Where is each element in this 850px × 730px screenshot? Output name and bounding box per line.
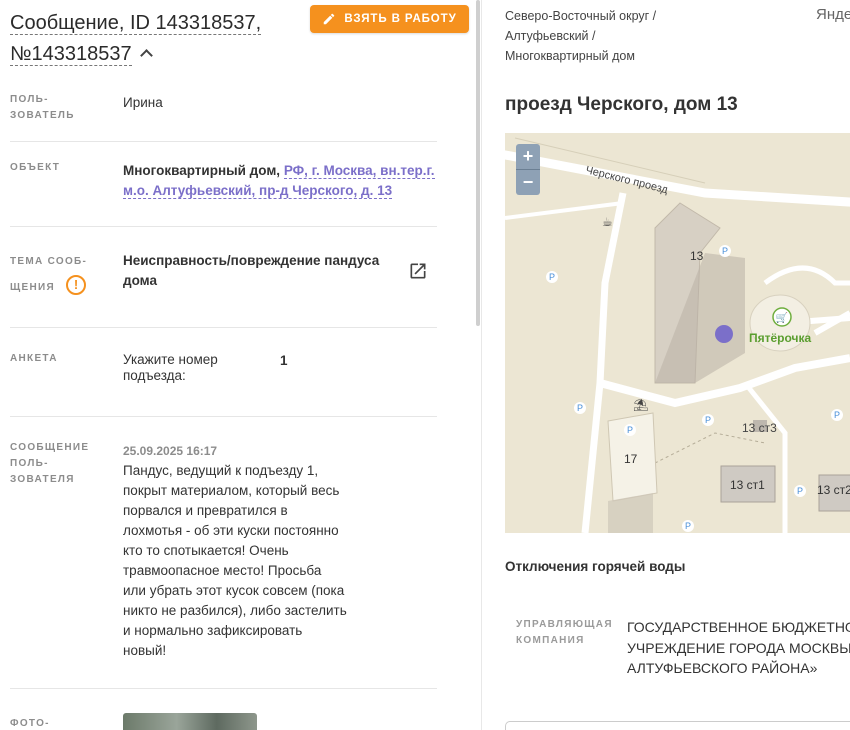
- svg-text:P: P: [834, 410, 840, 420]
- message-date: 25.09.2025 16:17: [123, 444, 218, 458]
- object-label: ОБЪЕКТ: [10, 162, 61, 173]
- svg-text:P: P: [577, 403, 583, 413]
- message-label: СООБЩЕНИЕ ПОЛЬ- ЗОВАТЕЛЯ: [10, 440, 89, 488]
- message-line: никто не разбился), либо застелить: [123, 603, 347, 618]
- photo-label: ФОТО-: [10, 718, 50, 729]
- topic-value-line1: Неисправность/повреждение пандуса: [123, 253, 380, 268]
- user-label-line1: ПОЛЬ-: [10, 94, 49, 105]
- company-label-line1: УПРАВЛЯЮЩАЯ: [516, 619, 613, 630]
- user-label: ПОЛЬ- ЗОВАТЕЛЬ: [10, 92, 75, 124]
- object-info-panel: Северо-Восточный округ / Алтуфьевский / …: [483, 0, 850, 730]
- zoom-in-button[interactable]: +: [516, 144, 540, 169]
- user-label-line2: ЗОВАТЕЛЬ: [10, 110, 75, 121]
- object-row: ОБЪЕКТ Многоквартирный дом, РФ, г. Москв…: [10, 142, 437, 227]
- message-label-line2: ПОЛЬ-: [10, 458, 49, 469]
- map-shop-label: Пятёрочка: [749, 331, 812, 345]
- message-line: и нормально зафиксировать: [123, 623, 303, 638]
- map[interactable]: 🛒 Черского проезд 13 17 13 ст3 13 ст1 13…: [505, 133, 850, 533]
- topic-value: Неисправность/повреждение пандуса дома: [123, 251, 383, 291]
- breadcrumb-item-building[interactable]: Многоквартирный дом: [505, 46, 656, 66]
- map-cafe-icon: ☕: [602, 215, 613, 229]
- user-row: ПОЛЬ- ЗОВАТЕЛЬ Ирина: [10, 86, 437, 142]
- object-type: Многоквартирный дом,: [123, 163, 281, 178]
- company-value-line3: АЛТУФЬЕВСКОГО РАЙОНА»: [627, 660, 818, 676]
- topic-row: ТЕМА СООБ- ЩЕНИЯ ! Неисправность/поврежд…: [10, 227, 437, 328]
- app-root: Сообщение, ID 143318537, №143318537 ВЗЯТ…: [0, 0, 850, 730]
- object-address-link-1[interactable]: РФ, г. Москва, вн.тер.г.: [283, 163, 435, 179]
- map-building-13s1: 13 ст1: [730, 478, 765, 492]
- map-poi-icon: ⛱: [633, 398, 648, 412]
- survey-answer: 1: [280, 353, 288, 368]
- message-line: покрыт материалом, который весь: [123, 483, 340, 498]
- message-details-panel: Сообщение, ID 143318537, №143318537 ВЗЯТ…: [0, 0, 482, 730]
- message-line: порвался и превратился в: [123, 503, 288, 518]
- message-line: травмоопасное место! Просьба: [123, 563, 322, 578]
- message-body: 25.09.2025 16:17 Пандус, ведущий к подъе…: [123, 441, 423, 661]
- take-to-work-button[interactable]: ВЗЯТЬ В РАБОТУ: [310, 5, 469, 33]
- survey-question-line1: Укажите номер: [123, 352, 218, 367]
- survey-row: АНКЕТА Укажите номер подъезда: 1: [10, 328, 437, 417]
- svg-text:P: P: [685, 521, 691, 531]
- message-label-line1: СООБЩЕНИЕ: [10, 442, 90, 453]
- warning-icon[interactable]: !: [66, 275, 86, 295]
- message-line: кто то спотыкается! Очень: [123, 543, 289, 558]
- address-title: проезд Черского, дом 13: [505, 94, 738, 115]
- svg-text:P: P: [797, 486, 803, 496]
- topic-label-line1: ТЕМА СООБ-: [10, 256, 88, 267]
- svg-text:P: P: [722, 246, 728, 256]
- company-value-line2: УЧРЕЖДЕНИЕ ГОРОДА МОСКВЫ «Ж: [627, 639, 850, 656]
- breadcrumb-item-area[interactable]: Алтуфьевский /: [505, 26, 656, 46]
- cart-icon: 🛒: [776, 311, 788, 324]
- photo-thumbnail[interactable]: [123, 713, 257, 730]
- breadcrumb: Северо-Восточный округ / Алтуфьевский / …: [505, 6, 656, 66]
- message-line: лохмотья - об эти куски постоянно: [123, 523, 339, 538]
- map-building-13s3: 13 ст3: [742, 421, 777, 435]
- message-line: или убрать этот кусок совсем (пока: [123, 583, 345, 598]
- map-zoom-control: + −: [516, 144, 540, 195]
- svg-text:P: P: [705, 415, 711, 425]
- message-line: новый!: [123, 643, 167, 658]
- scrollbar-thumb[interactable]: [476, 0, 480, 326]
- page-title[interactable]: Сообщение, ID 143318537, №143318537: [10, 8, 300, 70]
- page-title-text: Сообщение, ID 143318537, №143318537: [10, 12, 262, 66]
- map-building-13: 13: [690, 249, 704, 263]
- map-building-17: 17: [624, 452, 638, 466]
- object-value: Многоквартирный дом, РФ, г. Москва, вн.т…: [123, 161, 443, 201]
- user-value: Ирина: [123, 95, 163, 110]
- svg-text:P: P: [627, 425, 633, 435]
- company-label-line2: КОМПАНИЯ: [516, 635, 585, 646]
- survey-label: АНКЕТА: [10, 353, 58, 364]
- breadcrumb-item-district[interactable]: Северо-Восточный округ /: [505, 6, 656, 26]
- company-value: ГОСУДАРСТВЕННОЕ БЮДЖЕТНОЕ УЧРЕЖДЕНИЕ ГОР…: [627, 617, 850, 679]
- map-building-13s2: 13 ст2: [817, 483, 850, 497]
- topic-value-line2: дома: [123, 273, 157, 288]
- take-to-work-label: ВЗЯТЬ В РАБОТУ: [344, 13, 457, 25]
- user-message-row: СООБЩЕНИЕ ПОЛЬ- ЗОВАТЕЛЯ 25.09.2025 16:1…: [10, 417, 437, 689]
- zoom-out-button[interactable]: −: [516, 170, 540, 195]
- object-address-link-2[interactable]: м.о. Алтуфьевский, пр-д Черского, д. 13: [123, 183, 393, 199]
- map-canvas: 🛒 Черского проезд 13 17 13 ст3 13 ст1 13…: [505, 137, 850, 533]
- bottom-card: [505, 721, 850, 730]
- chevron-up-icon[interactable]: [139, 49, 153, 62]
- svg-text:P: P: [549, 272, 555, 282]
- yandex-text: Янде: [816, 6, 850, 23]
- message-label-line3: ЗОВАТЕЛЯ: [10, 474, 75, 485]
- hot-water-title: Отключения горячей воды: [505, 559, 686, 574]
- survey-question: Укажите номер подъезда:: [123, 352, 218, 384]
- open-external-icon[interactable]: [408, 261, 428, 281]
- survey-question-line2: подъезда:: [123, 368, 186, 383]
- message-line: Пандус, ведущий к подъезду 1,: [123, 463, 319, 478]
- company-value-line1: ГОСУДАРСТВЕННОЕ БЮДЖЕТНОЕ: [627, 619, 850, 635]
- company-label: УПРАВЛЯЮЩАЯ КОМПАНИЯ: [516, 617, 613, 649]
- pencil-icon: [324, 13, 335, 25]
